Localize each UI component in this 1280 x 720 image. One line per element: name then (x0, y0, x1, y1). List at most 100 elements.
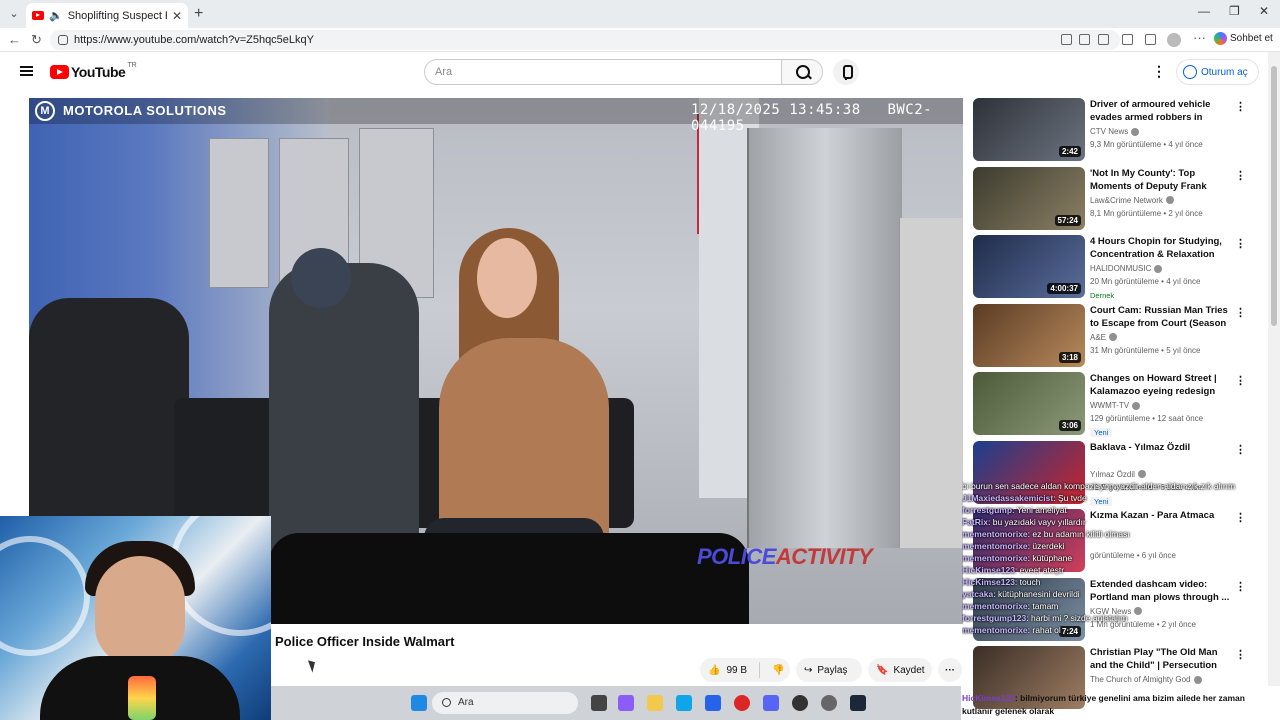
opera-icon[interactable] (734, 695, 750, 711)
taskbar-search[interactable]: Ara (432, 692, 578, 714)
video-thumbnail[interactable]: 3:06 (973, 372, 1085, 435)
more-actions-icon[interactable]: ··· (938, 658, 962, 682)
like-count[interactable]: 99 B (726, 665, 747, 676)
address-bar[interactable]: https://www.youtube.com/watch?v=Z5hqc5eL… (50, 30, 1120, 50)
video-options-icon[interactable]: ⋮ (1235, 237, 1246, 250)
video-options-icon[interactable]: ⋮ (1235, 648, 1246, 661)
steam-icon[interactable] (850, 695, 866, 711)
related-video-item[interactable]: 57:24 'Not In My County': Top Moments of … (973, 166, 1253, 236)
back-icon[interactable]: ← (8, 32, 21, 47)
profile-avatar[interactable] (1167, 33, 1181, 47)
verified-icon (1132, 401, 1141, 410)
video-options-icon[interactable]: ⋮ (1235, 306, 1246, 319)
site-info-icon[interactable] (58, 35, 68, 45)
close-window-icon[interactable]: ✕ (1259, 4, 1269, 18)
youtube-play-icon (50, 65, 69, 79)
channel-name[interactable]: CTV News (1090, 127, 1128, 136)
video-options-icon[interactable]: ⋮ (1235, 374, 1246, 387)
channel-name[interactable]: Yılmaz Özdil (1090, 470, 1135, 479)
related-video-title[interactable]: Driver of armoured vehicle evades armed … (1090, 98, 1230, 124)
motorola-logo-icon: M (35, 101, 55, 121)
related-video-title[interactable]: Changes on Howard Street | Kalamazoo eye… (1090, 372, 1230, 398)
save-button[interactable]: 🔖 Kaydet (868, 658, 932, 682)
video-options-icon[interactable]: ⋮ (1235, 443, 1246, 456)
collections-icon[interactable] (1145, 34, 1156, 45)
like-divider (759, 662, 761, 678)
related-video-item[interactable]: 2:42 Driver of armoured vehicle evades ar… (973, 98, 1253, 167)
maximize-icon[interactable]: ❐ (1229, 4, 1240, 18)
chat-message: J1Maxiedassakemicist: Şu tvde (962, 493, 1087, 503)
channel-name[interactable]: The Church of Almighty God (1090, 675, 1191, 684)
youtube-logo[interactable]: YouTube TR (50, 62, 137, 80)
task-view-icon[interactable] (591, 695, 607, 711)
file-explorer-icon[interactable] (647, 695, 663, 711)
new-tab-button[interactable]: + (194, 5, 203, 23)
channel-watermark: POLICEACTIVITY (697, 544, 873, 570)
video-thumbnail[interactable]: 57:24 (973, 166, 1085, 230)
related-channel[interactable]: WWMT-TV (1090, 401, 1141, 410)
page-scrollbar[interactable] (1268, 52, 1280, 686)
thumbs-down-icon[interactable]: 👎 (772, 665, 784, 676)
related-video-title[interactable]: 'Not In My County': Top Moments of Deput… (1090, 167, 1230, 193)
related-channel[interactable]: Law&Crime Network (1090, 196, 1174, 205)
video-options-icon[interactable]: ⋮ (1235, 169, 1246, 182)
channel-name[interactable]: WWMT-TV (1090, 401, 1129, 410)
favorite-star-icon[interactable] (1098, 34, 1109, 45)
edge-icon[interactable] (676, 695, 692, 711)
video-options-icon[interactable]: ⋮ (1235, 100, 1246, 113)
chat-username: FatRix (962, 517, 988, 527)
tab-list-icon[interactable]: ⌄ (6, 6, 22, 22)
copilot-app-icon[interactable] (618, 695, 634, 711)
minimize-icon[interactable]: — (1198, 4, 1210, 18)
related-channel[interactable]: A&E (1090, 333, 1118, 342)
channel-name[interactable]: A&E (1090, 333, 1106, 342)
video-thumbnail[interactable]: 4:00:37 (973, 235, 1085, 298)
video-duration: 57:24 (1054, 214, 1081, 226)
copilot-icon (1214, 32, 1227, 45)
menu-icon[interactable] (20, 66, 33, 76)
related-video-item[interactable]: 4:00:37 4 Hours Chopin for Studying, Conc… (973, 235, 1253, 304)
signin-button[interactable]: Oturum aç (1176, 59, 1259, 85)
copilot-chat-button[interactable]: Sohbet et (1214, 32, 1273, 45)
video-thumbnail[interactable]: 2:42 (973, 98, 1085, 161)
channel-name[interactable]: Law&Crime Network (1090, 196, 1163, 205)
search-input[interactable]: Ara (424, 59, 782, 85)
windows-start-icon[interactable] (411, 695, 427, 711)
settings-app-icon[interactable] (821, 695, 837, 711)
related-channel[interactable]: CTV News (1090, 127, 1140, 136)
channel-name[interactable]: HALIDONMUSIC (1090, 264, 1151, 273)
extension-icon[interactable] (1122, 34, 1133, 45)
video-thumbnail[interactable]: 3:18 (973, 303, 1085, 367)
scrollbar-thumb[interactable] (1271, 66, 1277, 326)
related-video-title[interactable]: Baklava - Yılmaz Özdil (1090, 441, 1230, 454)
obs-icon[interactable] (792, 695, 808, 711)
verified-icon (1109, 333, 1118, 342)
related-channel[interactable]: Yılmaz Özdil (1090, 470, 1146, 479)
related-channel[interactable]: HALIDONMUSIC (1090, 264, 1163, 273)
discord-icon[interactable] (763, 695, 779, 711)
related-video-title[interactable]: Christian Play "The Old Man and the Chil… (1090, 646, 1230, 672)
related-video-item[interactable]: 3:06 Changes on Howard Street | Kalamazoo… (973, 372, 1253, 441)
related-meta: 20 Mn görüntüleme • 4 yıl önce (1090, 277, 1201, 286)
upload-age: 12 saat önce (1157, 414, 1204, 423)
reload-icon[interactable]: ↻ (31, 32, 42, 48)
browser-tab[interactable]: 🔈 Shoplifting Suspect Pulls Gun ✕ (26, 3, 188, 28)
search-icon[interactable] (781, 59, 823, 85)
microphone-icon[interactable] (833, 59, 859, 85)
thumbs-up-icon[interactable]: 👍 (708, 665, 720, 676)
related-video-title[interactable]: Court Cam: Russian Man Tries to Escape f… (1090, 304, 1230, 330)
app-install-icon[interactable] (1079, 34, 1090, 45)
close-tab-icon[interactable]: ✕ (172, 9, 182, 23)
share-button[interactable]: ↪ Paylaş (796, 658, 862, 682)
speaker-icon[interactable]: 🔈 (49, 9, 63, 22)
related-channel[interactable]: The Church of Almighty God (1090, 675, 1202, 684)
browser-menu-icon[interactable]: ··· (1193, 30, 1206, 45)
related-video-item[interactable]: 3:18 Court Cam: Russian Man Tries to Esca… (973, 303, 1253, 373)
address-row: ← ↻ https://www.youtube.com/watch?v=Z5hq… (0, 28, 1280, 52)
bodycam-brand: MOTOROLA SOLUTIONS (63, 103, 227, 118)
chat-username: mementomorixe (962, 601, 1028, 611)
translate-icon[interactable] (1061, 34, 1072, 45)
store-icon[interactable] (705, 695, 721, 711)
related-video-title[interactable]: 4 Hours Chopin for Studying, Concentrati… (1090, 235, 1230, 261)
settings-more-icon[interactable]: ⋮ (1152, 64, 1166, 78)
